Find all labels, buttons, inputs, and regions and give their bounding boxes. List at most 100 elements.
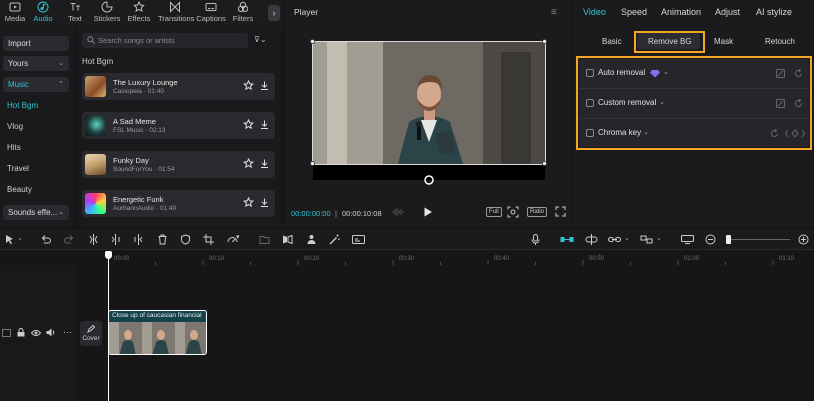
chevron-down-icon[interactable]: ⌄ <box>656 234 662 242</box>
shield-icon[interactable] <box>180 234 191 245</box>
tab-adjust[interactable]: Adjust <box>715 7 740 17</box>
tab-ai-stylize[interactable]: AI stylize <box>756 7 792 17</box>
download-icon[interactable] <box>259 80 270 91</box>
resize-handle[interactable] <box>542 39 547 44</box>
subtab-retouch[interactable]: Retouch <box>765 37 795 46</box>
zoom-slider-track[interactable] <box>728 239 790 240</box>
nav-item-beauty[interactable]: Beauty <box>7 185 32 194</box>
toolbar-transitions[interactable]: Transitions <box>158 1 194 25</box>
playhead-handle[interactable] <box>105 251 112 259</box>
song-item[interactable]: Energetic Funk AurbannAudio · 01:40 <box>82 190 275 217</box>
song-name: The Luxury Lounge <box>113 78 178 87</box>
toolbar-more-button[interactable]: › <box>268 5 280 21</box>
subtab-mask[interactable]: Mask <box>714 37 733 46</box>
toolbar-media[interactable]: Media <box>0 1 30 25</box>
timeline-tracks: ··· Cover Close up of caucasian financia… <box>0 265 814 401</box>
microphone-icon[interactable] <box>530 234 541 245</box>
sounds-effects-dropdown[interactable]: Sounds effe... ⌄ <box>3 205 69 220</box>
music-dropdown[interactable]: Music ⌃ <box>3 77 69 92</box>
download-icon[interactable] <box>259 197 270 208</box>
magic-wand-icon[interactable] <box>329 234 340 245</box>
person-cutout-icon[interactable] <box>306 234 317 245</box>
song-library: ⊽⌄ Hot Bgm The Luxury Lounge Casiopeia ·… <box>77 27 282 227</box>
dropdown-indicator[interactable]: ▾ <box>236 233 240 241</box>
rotate-handle-icon[interactable] <box>424 175 434 185</box>
tab-speed[interactable]: Speed <box>621 7 647 17</box>
favorite-star-icon[interactable] <box>243 119 254 130</box>
chain-link-icon[interactable] <box>608 234 621 245</box>
song-item[interactable]: Funky Day SoundForYou · 01:54 <box>82 151 275 178</box>
split-left-icon[interactable] <box>110 234 121 245</box>
yours-dropdown[interactable]: Yours ⌄ <box>3 56 69 71</box>
resize-handle[interactable] <box>542 161 547 166</box>
expand-icon[interactable] <box>555 206 566 217</box>
caption-track-icon[interactable] <box>681 234 694 245</box>
undo-icon[interactable] <box>40 234 51 245</box>
menu-icon[interactable]: ≡ <box>551 7 557 18</box>
lock-icon[interactable] <box>17 328 25 337</box>
crop-icon[interactable] <box>203 234 214 245</box>
resize-handle[interactable] <box>310 39 315 44</box>
toolbar-captions[interactable]: Captions <box>195 1 227 25</box>
transitions-icon <box>170 1 180 13</box>
play-icon[interactable] <box>423 206 433 218</box>
toolbar-text[interactable]: Text <box>60 1 90 25</box>
tab-video[interactable]: Video <box>583 7 606 17</box>
fullscreen-quality-button[interactable]: Full <box>486 207 502 217</box>
preview-axis-icon[interactable] <box>640 234 653 245</box>
split-right-icon[interactable] <box>133 234 144 245</box>
toolbar-stickers[interactable]: Stickers <box>92 1 122 25</box>
cover-button[interactable]: Cover <box>80 321 102 346</box>
chevron-down-icon[interactable]: ⌄ <box>17 234 23 242</box>
chevron-up-icon: ⌃ <box>58 81 64 88</box>
captions-icon <box>205 3 217 11</box>
video-clip[interactable]: Close up of caucasian financial <box>108 310 207 355</box>
favorite-star-icon[interactable] <box>243 197 254 208</box>
subtab-basic[interactable]: Basic <box>602 37 622 46</box>
time-ruler[interactable]: 00:00 00:10 00:20 00:30 00:40 00:50 01:0… <box>0 251 814 265</box>
screenshot-icon[interactable] <box>507 206 519 218</box>
playhead[interactable] <box>108 252 109 401</box>
toolbar-media-label: Media <box>4 14 26 23</box>
download-icon[interactable] <box>259 158 270 169</box>
more-options-icon[interactable]: ··· <box>63 327 72 337</box>
nav-item-hits[interactable]: Hits <box>7 143 21 152</box>
toolbar-effects[interactable]: Effects <box>124 1 154 25</box>
nav-item-vlog[interactable]: Vlog <box>7 122 23 131</box>
toolbar-audio[interactable]: Audio <box>28 1 58 25</box>
audio-icon <box>37 1 49 13</box>
waveform-icon[interactable] <box>391 206 405 218</box>
select-cursor-icon[interactable] <box>4 234 15 245</box>
favorite-star-icon[interactable] <box>243 158 254 169</box>
zoom-in-icon[interactable] <box>798 234 809 245</box>
nav-item-travel[interactable]: Travel <box>7 164 29 173</box>
volume-icon[interactable] <box>46 328 56 337</box>
song-item[interactable]: A Sad Meme FSL Music · 02:13 <box>82 112 275 139</box>
mirror-icon[interactable] <box>282 234 293 245</box>
zoom-out-icon[interactable] <box>705 234 716 245</box>
song-item[interactable]: The Luxury Lounge Casiopeia · 01:40 <box>82 73 275 100</box>
split-icon[interactable] <box>88 234 99 245</box>
toolbar-filters[interactable]: Filters <box>228 1 258 25</box>
chevron-down-icon: ⌄ <box>58 209 64 216</box>
redo-icon[interactable] <box>64 234 75 245</box>
song-list-heading: Hot Bgm <box>82 57 114 66</box>
delete-icon[interactable] <box>157 234 168 245</box>
chevron-down-icon[interactable]: ⌄ <box>624 234 630 242</box>
folder-icon[interactable] <box>259 234 270 245</box>
song-meta: Casiopeia · 01:40 <box>113 88 164 95</box>
main-track-magnet-icon[interactable] <box>560 234 574 245</box>
tab-animation[interactable]: Animation <box>661 7 701 17</box>
subtitle-box-icon[interactable] <box>352 234 365 245</box>
favorite-star-icon[interactable] <box>243 80 254 91</box>
ratio-button[interactable]: Ratio <box>527 207 548 217</box>
filter-dropdown[interactable]: ⊽⌄ <box>254 35 267 44</box>
nav-item-hot-bgm[interactable]: Hot Bgm <box>7 101 38 110</box>
download-icon[interactable] <box>259 119 270 130</box>
link-track-icon[interactable] <box>585 234 598 245</box>
eye-icon[interactable] <box>31 329 41 337</box>
zoom-slider-thumb[interactable] <box>726 235 731 244</box>
search-input[interactable] <box>98 34 243 47</box>
import-button[interactable]: Import <box>3 36 69 51</box>
resize-handle[interactable] <box>310 161 315 166</box>
